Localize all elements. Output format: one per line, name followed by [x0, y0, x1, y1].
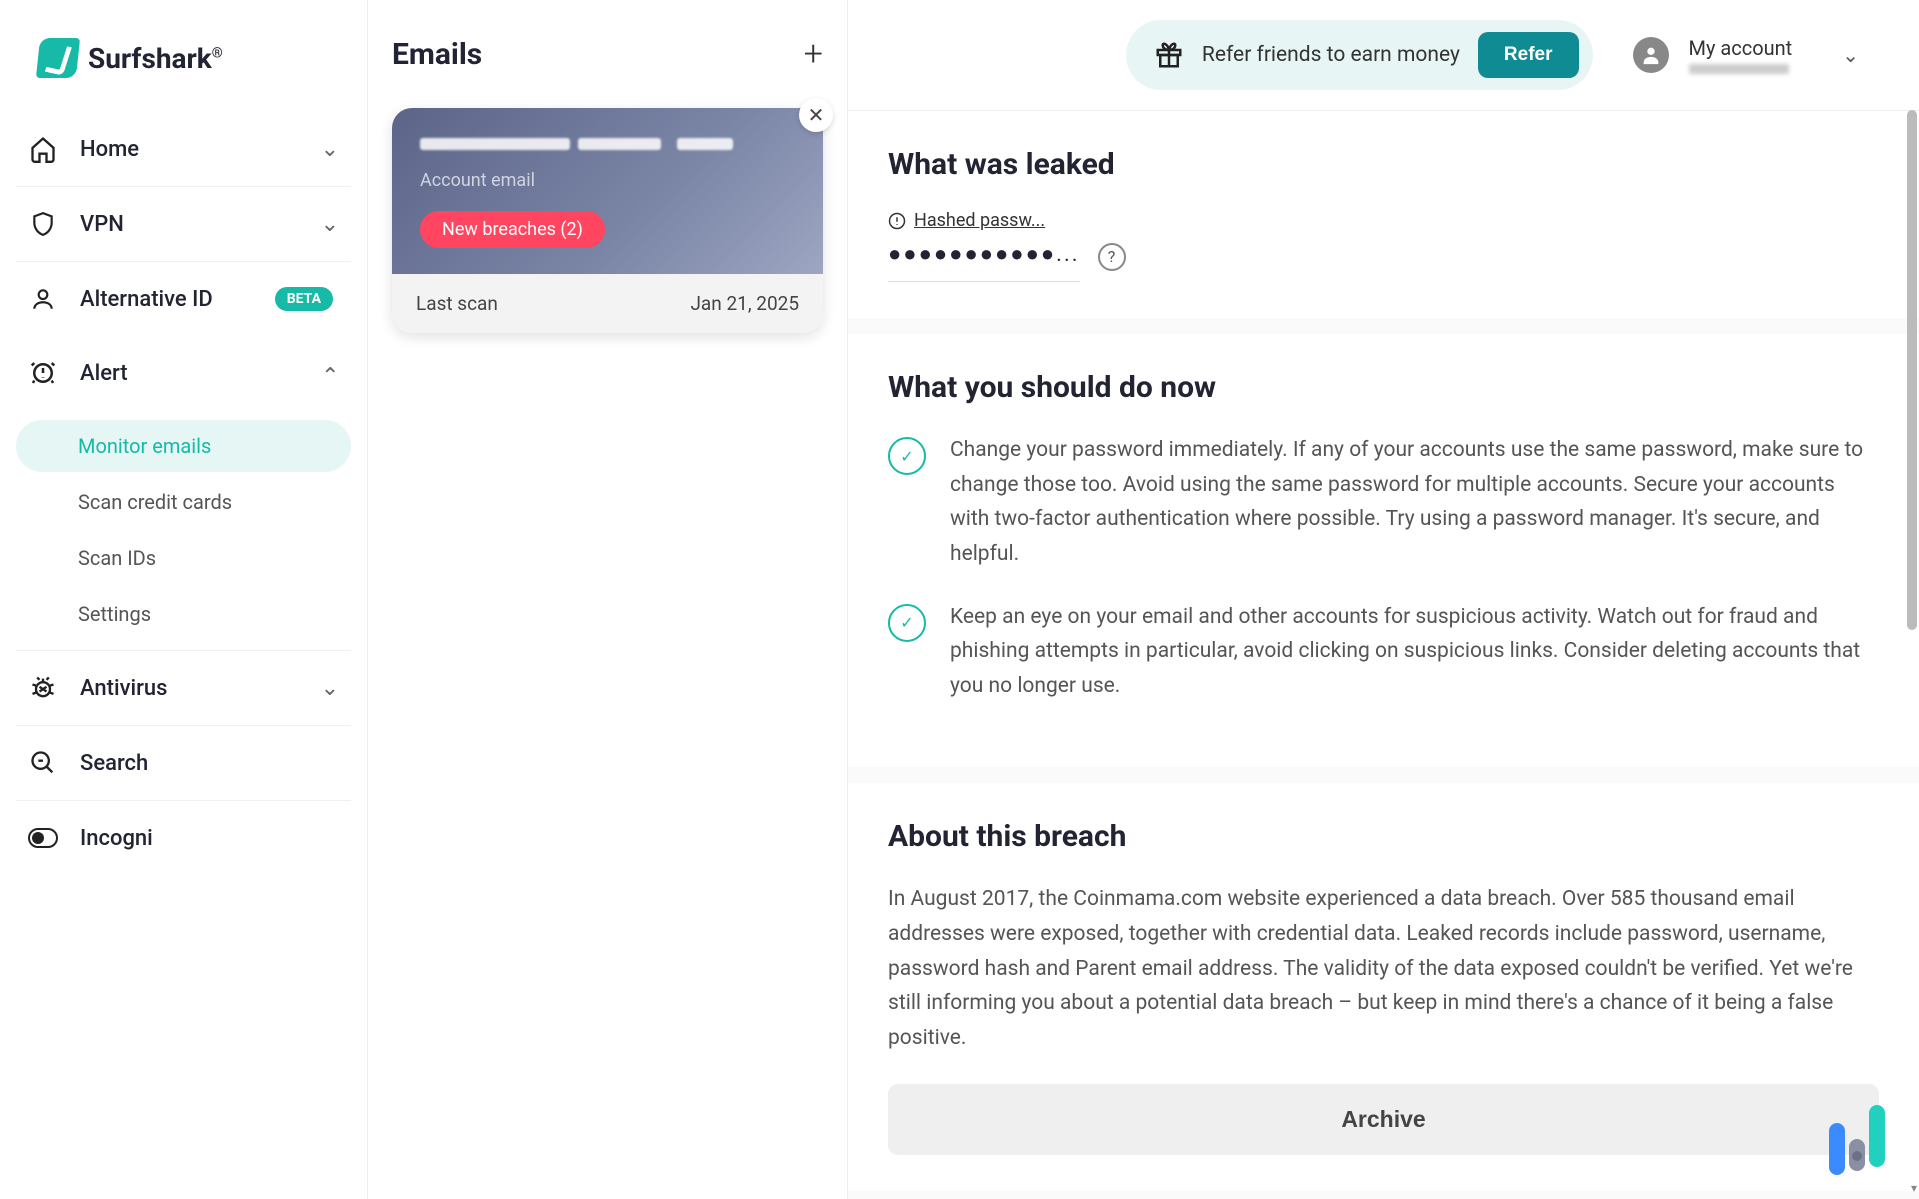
archive-button[interactable]: Archive: [888, 1084, 1879, 1155]
advice-text: Change your password immediately. If any…: [950, 433, 1879, 572]
brand-logo: Surfshark®: [38, 38, 351, 78]
leaked-item-label: Hashed passw...: [914, 210, 1045, 231]
account-email-label: Account email: [420, 170, 795, 191]
help-icon[interactable]: ?: [1098, 243, 1126, 271]
advice-text: Keep an eye on your email and other acco…: [950, 600, 1879, 704]
nav-incogni-label: Incogni: [80, 826, 153, 851]
nav-home[interactable]: Home ⌄: [16, 112, 351, 187]
home-icon: [28, 134, 58, 164]
shield-icon: [28, 209, 58, 239]
breach-content: What was leaked Hashed passw... ●●●●●●●●…: [848, 110, 1919, 1199]
nav-incogni[interactable]: Incogni: [16, 801, 351, 875]
main-panel: Refer friends to earn money Refer My acc…: [848, 0, 1919, 1199]
emails-title: Emails: [392, 37, 482, 72]
subnav-monitor-emails[interactable]: Monitor emails: [16, 420, 351, 472]
topbar: Refer friends to earn money Refer My acc…: [848, 0, 1919, 110]
nav-altid-label: Alternative ID: [80, 287, 213, 312]
sidebar: Surfshark® Home ⌄ VPN ⌄ Alternative ID B…: [0, 0, 368, 1199]
logo-icon: [36, 38, 80, 78]
scrollbar-thumb[interactable]: [1907, 110, 1917, 630]
advice-item: ✓ Keep an eye on your email and other ac…: [888, 600, 1879, 704]
person-icon: [28, 284, 58, 314]
chevron-up-icon: ⌄: [321, 361, 339, 386]
breach-badge: New breaches (2): [420, 211, 605, 248]
leaked-item[interactable]: Hashed passw... ●●●●●●●●●●●...: [888, 210, 1080, 282]
check-icon: ✓: [888, 604, 926, 642]
nav-vpn-label: VPN: [80, 212, 124, 237]
add-email-button[interactable]: +: [804, 34, 823, 74]
gift-icon: [1154, 40, 1184, 70]
about-title: About this breach: [888, 819, 1879, 854]
nav-alert-label: Alert: [80, 361, 128, 386]
nav-alert[interactable]: Alert ⌄: [16, 336, 351, 410]
refer-banner: Refer friends to earn money Refer: [1126, 20, 1593, 90]
nav-antivirus[interactable]: Antivirus ⌄: [16, 651, 351, 726]
leaked-value-masked: ●●●●●●●●●●●...: [888, 241, 1080, 267]
last-scan-label: Last scan: [416, 292, 498, 315]
bug-icon: [28, 673, 58, 703]
nav-search[interactable]: Search: [16, 726, 351, 801]
chevron-down-icon: ⌄: [321, 676, 339, 701]
leaked-title: What was leaked: [888, 147, 1879, 182]
alert-icon: [28, 358, 58, 388]
scrollbar[interactable]: [1907, 110, 1917, 1179]
refer-button[interactable]: Refer: [1478, 32, 1579, 78]
nav-home-label: Home: [80, 137, 139, 162]
close-card-button[interactable]: ✕: [799, 98, 833, 132]
account-email-redacted: [1689, 64, 1789, 74]
last-scan-date: Jan 21, 2025: [690, 292, 799, 315]
nav-antivirus-label: Antivirus: [80, 676, 167, 701]
search-icon: [28, 748, 58, 778]
warning-icon: [888, 212, 906, 230]
subnav-scan-ids[interactable]: Scan IDs: [16, 532, 351, 584]
nav-vpn[interactable]: VPN ⌄: [16, 187, 351, 262]
beta-badge: BETA: [275, 287, 333, 311]
avatar-icon: [1633, 37, 1669, 73]
alert-submenu: Monitor emails Scan credit cards Scan ID…: [16, 410, 351, 651]
nav-altid[interactable]: Alternative ID BETA: [16, 262, 351, 336]
advice-item: ✓ Change your password immediately. If a…: [888, 433, 1879, 572]
account-menu[interactable]: My account ⌄: [1633, 36, 1860, 74]
refer-text: Refer friends to earn money: [1202, 43, 1460, 67]
brand-name: Surfshark®: [88, 42, 223, 75]
toggle-icon: [28, 823, 58, 853]
subnav-scan-cards[interactable]: Scan credit cards: [16, 476, 351, 528]
chevron-down-icon: ⌄: [321, 212, 339, 237]
subnav-settings[interactable]: Settings: [16, 588, 351, 640]
chat-widget[interactable]: [1829, 1105, 1885, 1175]
about-text: In August 2017, the Coinmama.com website…: [888, 882, 1879, 1055]
check-icon: ✓: [888, 437, 926, 475]
scroll-down-icon[interactable]: ▾: [1911, 1181, 1917, 1195]
chevron-down-icon: ⌄: [1842, 43, 1859, 67]
todo-title: What you should do now: [888, 370, 1879, 405]
account-label: My account: [1689, 36, 1793, 60]
nav-search-label: Search: [80, 751, 148, 776]
email-card[interactable]: ✕ Account email New breaches (2) Last sc…: [392, 108, 823, 333]
chevron-down-icon: ⌄: [321, 137, 339, 162]
emails-column: Emails + ✕ Account email New breaches (2…: [368, 0, 848, 1199]
